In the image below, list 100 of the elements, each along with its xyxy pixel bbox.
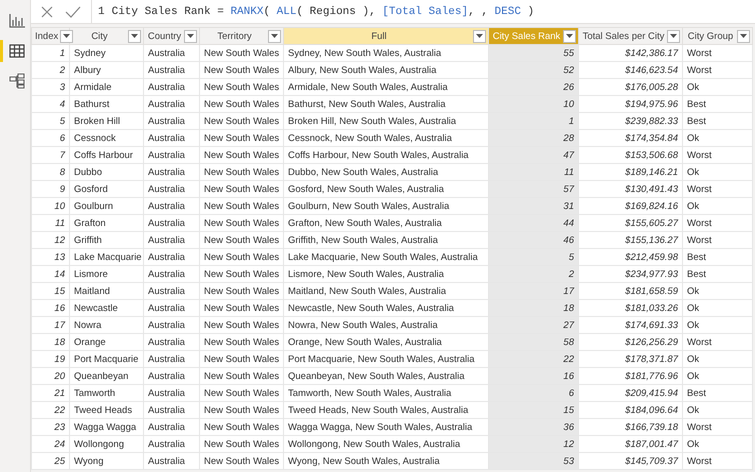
table-cell: Maitland [70, 282, 144, 300]
table-cell: Australia [144, 232, 200, 248]
column-header[interactable]: Country [144, 28, 200, 44]
table-cell: Australia [144, 198, 200, 214]
table-cell: Sydney [70, 44, 144, 62]
column-header[interactable]: City Group [682, 28, 752, 44]
table-cell: Cessnock [70, 130, 144, 146]
table-cell: Coffs Harbour [70, 146, 144, 164]
table-cell: Newcastle, New South Wales, Australia [284, 300, 488, 316]
table-cell: New South Wales [200, 368, 284, 384]
table-cell: 15 [488, 402, 578, 418]
table-cell: Ok [682, 198, 752, 214]
table-cell: $155,605.27 [578, 214, 682, 232]
table-cell: 6 [488, 384, 578, 402]
table-cell: Australia [144, 78, 200, 96]
table-cell: 16 [488, 368, 578, 384]
table-cell: Ok [682, 402, 752, 418]
table-cell: Bathurst, New South Wales, Australia [284, 96, 488, 112]
table-cell: Worst [682, 232, 752, 248]
table-cell: Australia [144, 180, 200, 198]
table-cell: New South Wales [200, 248, 284, 266]
column-header[interactable]: Total Sales per City [578, 28, 682, 44]
table-cell: Maitland, New South Wales, Australia [284, 282, 488, 300]
column-header[interactable]: City [70, 28, 144, 44]
table-cell: New South Wales [200, 282, 284, 300]
dropdown-icon[interactable] [737, 30, 750, 42]
table-cell: New South Wales [200, 266, 284, 282]
dropdown-icon[interactable] [563, 30, 576, 42]
table-cell: Australia [144, 112, 200, 130]
dropdown-icon[interactable] [60, 30, 74, 42]
table-cell: 18 [488, 300, 578, 316]
table-cell: 12 [32, 232, 70, 248]
table-cell: 15 [32, 282, 70, 300]
table-cell: Australia [144, 164, 200, 180]
dropdown-icon[interactable] [184, 30, 197, 42]
table-cell: Ok [682, 78, 752, 96]
table-cell: New South Wales [200, 452, 284, 470]
table-cell: 13 [32, 248, 70, 266]
table-cell: 5 [32, 112, 70, 130]
column-header[interactable]: Territory [200, 28, 284, 44]
dropdown-icon[interactable] [128, 30, 141, 42]
table-cell: $146,623.54 [578, 62, 682, 78]
close-icon[interactable] [41, 6, 53, 18]
table-cell: New South Wales [200, 300, 284, 316]
table-cell: Tweed Heads, New South Wales, Australia [284, 402, 488, 418]
table-cell: 47 [488, 146, 578, 164]
table-cell: $184,096.64 [578, 402, 682, 418]
table-cell: 5 [488, 248, 578, 266]
bar-chart-icon [8, 14, 24, 28]
table-cell: Australia [144, 316, 200, 334]
table-cell: New South Wales [200, 164, 284, 180]
table-cell: 14 [32, 266, 70, 282]
table-cell: Tweed Heads [70, 402, 144, 418]
table-cell: Queanbeyan [70, 368, 144, 384]
table-cell: Ok [682, 316, 752, 334]
table-cell: 10 [488, 96, 578, 112]
table-cell: Australia [144, 44, 200, 62]
table-cell: Australia [144, 266, 200, 282]
table-cell: Wagga Wagga, New South Wales, Australia [284, 418, 488, 436]
table-cell: 1 [488, 112, 578, 130]
table-cell: $239,882.33 [578, 112, 682, 130]
check-icon[interactable] [65, 6, 81, 18]
table-cell: Griffith [70, 232, 144, 248]
table-cell: Australia [144, 418, 200, 436]
table-cell: 1 [32, 44, 70, 62]
table-cell: 20 [32, 368, 70, 384]
table-cell: 12 [488, 436, 578, 452]
table-cell: Worst [682, 214, 752, 232]
table-cell: Tamworth, New South Wales, Australia [284, 384, 488, 402]
table-cell: $181,033.26 [578, 300, 682, 316]
table-cell: Best [682, 384, 752, 402]
table-cell: New South Wales [200, 214, 284, 232]
dropdown-icon[interactable] [268, 30, 281, 42]
table-cell: Cessnock, New South Wales, Australia [284, 130, 488, 146]
table-cell: New South Wales [200, 316, 284, 334]
table-cell: $194,975.96 [578, 96, 682, 112]
table-cell: $178,371.87 [578, 350, 682, 368]
table-cell: $145,709.37 [578, 452, 682, 470]
table-cell: Australia [144, 214, 200, 232]
table-cell: Orange, New South Wales, Australia [284, 334, 488, 350]
table-cell: Wyong, New South Wales, Australia [284, 452, 488, 470]
table-cell: Lake Macquarie [70, 248, 144, 266]
table-cell: 11 [488, 164, 578, 180]
table-cell: $209,415.94 [578, 384, 682, 402]
table-cell: 55 [488, 44, 578, 62]
table-cell: Armidale, New South Wales, Australia [284, 78, 488, 96]
table-cell: Ok [682, 130, 752, 146]
table-cell: New South Wales [200, 146, 284, 164]
column-header[interactable]: Full [284, 28, 488, 44]
table-cell: Port Macquarie, New South Wales, Australia [284, 350, 488, 368]
table-cell: Broken Hill, New South Wales, Australia [284, 112, 488, 130]
table-cell: 19 [32, 350, 70, 368]
table-cell: $126,256.29 [578, 334, 682, 350]
dropdown-icon[interactable] [473, 30, 486, 42]
dropdown-icon[interactable] [667, 30, 680, 42]
table-cell: 24 [32, 436, 70, 452]
table-cell: Australia [144, 146, 200, 164]
table-cell: $212,459.98 [578, 248, 682, 266]
table-cell: Tamworth [70, 384, 144, 402]
table-cell: Australia [144, 436, 200, 452]
